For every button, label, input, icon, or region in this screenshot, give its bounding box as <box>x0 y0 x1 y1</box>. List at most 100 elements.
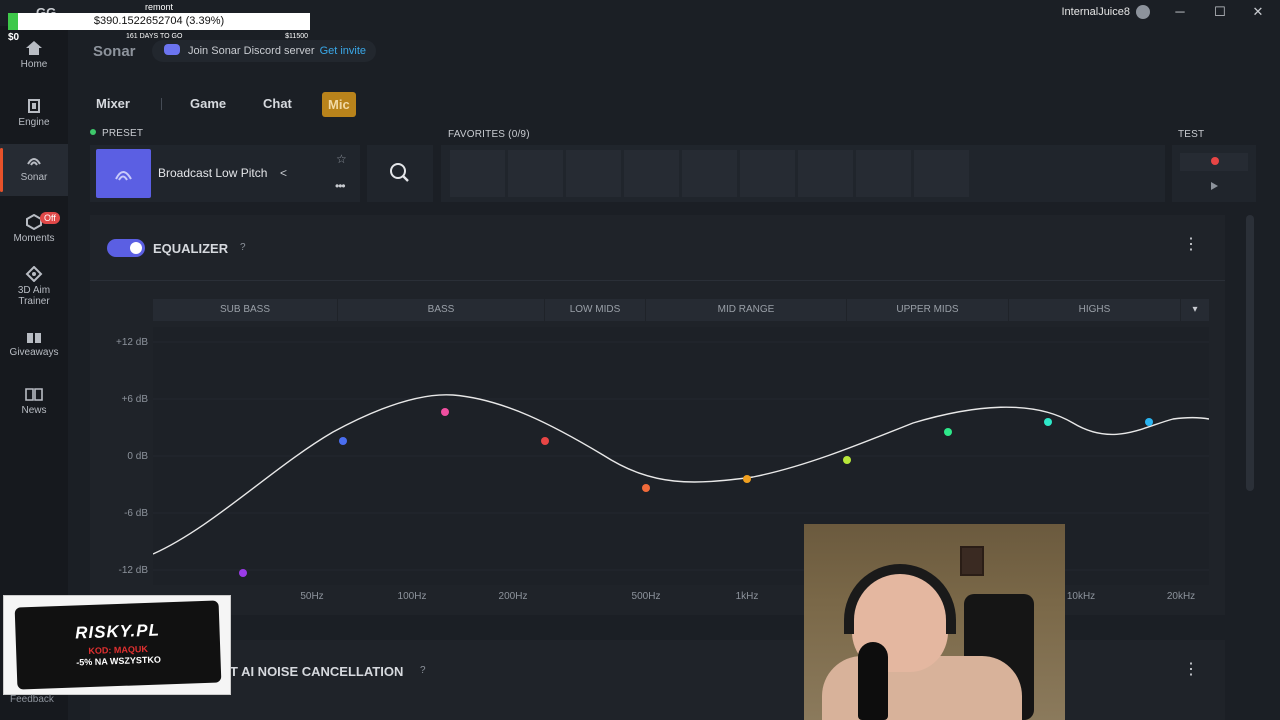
share-icon[interactable]: < <box>280 166 287 180</box>
favorite-slot[interactable] <box>914 150 969 197</box>
status-dot <box>90 129 96 135</box>
favorite-slot[interactable] <box>798 150 853 197</box>
username[interactable]: InternalJuice8 <box>1062 6 1131 18</box>
band-mid-range[interactable]: MID RANGE <box>646 299 847 321</box>
chip-icon <box>28 99 40 113</box>
goal-target: $11500 <box>285 33 308 40</box>
eq-band-handle[interactable] <box>843 456 851 464</box>
band-low-mids[interactable]: LOW MIDS <box>545 299 646 321</box>
band-highs[interactable]: HIGHS <box>1009 299 1181 321</box>
status-badge: Off <box>40 212 60 224</box>
band-dropdown-icon[interactable]: ▾ <box>1181 299 1209 321</box>
eq-band-handle[interactable] <box>1044 418 1052 426</box>
favorite-slot[interactable] <box>682 150 737 197</box>
favorite-slot[interactable] <box>450 150 505 197</box>
feedback-link[interactable]: Feedback <box>10 694 54 705</box>
wall-picture <box>960 546 984 576</box>
x-axis-label: 100Hz <box>397 591 427 602</box>
eq-band-handle[interactable] <box>743 475 751 483</box>
band-bar: SUB BASS BASS LOW MIDS MID RANGE UPPER M… <box>153 299 1209 321</box>
tab-game[interactable]: Game <box>190 96 226 111</box>
sidebar-item-sonar[interactable]: Sonar <box>0 144 68 196</box>
minimize-button[interactable]: ─ <box>1170 4 1190 20</box>
eq-band-handle[interactable] <box>642 484 650 492</box>
favorites-strip <box>441 145 1165 202</box>
donation-goal-overlay: remont $390.1522652704 (3.39%) $0 161 DA… <box>8 0 310 44</box>
page-title: Sonar <box>93 43 136 60</box>
favorite-slot[interactable] <box>856 150 911 197</box>
discord-banner[interactable]: Join Sonar Discord server Get invite <box>152 40 377 62</box>
sidebar-item-giveaways[interactable]: Giveaways <box>0 328 68 358</box>
more-options-icon[interactable]: ••• <box>335 179 346 193</box>
gift-icon <box>27 330 41 343</box>
headset <box>844 564 956 634</box>
eq-band-handle[interactable] <box>1145 418 1153 426</box>
sidebar-item-label: 3D Aim Trainer <box>17 285 51 307</box>
donor-name: remont <box>144 2 173 12</box>
preset-search-button[interactable] <box>367 145 433 202</box>
star-icon[interactable]: ☆ <box>336 152 347 166</box>
sidebar-item-aim-trainer[interactable]: 3D Aim Trainer <box>0 266 68 307</box>
x-axis-label: 200Hz <box>498 591 528 602</box>
noise-cancellation-title: T AI NOISE CANCELLATION <box>230 664 404 679</box>
noise-cancellation-menu-icon[interactable]: ⋮ <box>1183 662 1199 678</box>
favorite-slot[interactable] <box>740 150 795 197</box>
eq-band-handle[interactable] <box>239 569 247 577</box>
band-upper-mids[interactable]: UPPER MIDS <box>847 299 1009 321</box>
discord-invite-link[interactable]: Get invite <box>320 45 366 57</box>
x-axis-label: 20kHz <box>1166 591 1196 602</box>
preset-label-text: PRESET <box>102 128 144 139</box>
favorite-slot[interactable] <box>566 150 621 197</box>
tab-chat[interactable]: Chat <box>263 96 292 111</box>
eq-band-handle[interactable] <box>541 437 549 445</box>
equalizer-title: EQUALIZER <box>153 241 229 256</box>
goal-start: $0 <box>8 32 20 43</box>
help-icon[interactable]: ? <box>420 665 426 676</box>
test-controls <box>1180 153 1248 190</box>
sonar-icon <box>27 158 41 166</box>
eq-band-handle[interactable] <box>944 428 952 436</box>
sidebar-item-label: News <box>21 405 47 416</box>
y-axis-label: 0 dB <box>127 451 148 462</box>
discord-text: Join Sonar Discord server <box>188 45 315 57</box>
maximize-button[interactable]: ☐ <box>1210 4 1230 20</box>
webcam-overlay <box>804 524 1065 720</box>
goal-amount: $390.1522652704 (3.39%) <box>93 15 225 27</box>
y-axis-label: -12 dB <box>118 565 148 576</box>
eq-band-handle[interactable] <box>339 437 347 445</box>
band-sub-bass[interactable]: SUB BASS <box>153 299 338 321</box>
promo-banner: RISKY.PL KOD: MAQUK -5% NA WSZYSTKO <box>14 600 222 690</box>
eq-band-handle[interactable] <box>441 408 449 416</box>
scrollbar[interactable] <box>1246 215 1254 491</box>
y-axis-label: -6 dB <box>124 508 148 519</box>
sidebar-item-news[interactable]: News <box>0 386 68 416</box>
preset-icon <box>96 149 151 198</box>
discord-icon <box>164 44 180 55</box>
tab-divider <box>161 98 162 110</box>
preset-selector[interactable]: Broadcast Low Pitch < ☆ ••• <box>90 145 360 202</box>
favorites-label: FAVORITES (0/9) <box>448 129 530 140</box>
preset-label: PRESET <box>90 128 143 139</box>
favorite-slot[interactable] <box>508 150 563 197</box>
tab-mic[interactable]: Mic <box>322 92 356 117</box>
help-icon[interactable]: ? <box>240 242 246 253</box>
sidebar-item-home[interactable]: Home <box>0 40 68 70</box>
promo-overlay: RISKY.PL KOD: MAQUK -5% NA WSZYSTKO <box>3 595 231 695</box>
search-icon <box>390 163 409 182</box>
sidebar-item-moments[interactable]: Off Moments <box>0 212 68 244</box>
x-axis-label: 10kHz <box>1066 591 1096 602</box>
equalizer-menu-icon[interactable]: ⋮ <box>1183 237 1199 253</box>
band-bass[interactable]: BASS <box>338 299 545 321</box>
settings-gear-icon[interactable] <box>1136 5 1150 19</box>
sidebar-item-label: Sonar <box>20 172 48 183</box>
close-button[interactable]: ✕ <box>1248 4 1268 20</box>
equalizer-toggle[interactable] <box>107 239 145 257</box>
equalizer-header: EQUALIZER ? ⋮ <box>90 215 1225 281</box>
play-icon[interactable] <box>1211 182 1218 190</box>
sidebar-item-engine[interactable]: Engine <box>0 98 68 128</box>
sonar-icon <box>115 171 132 181</box>
aim-icon <box>25 266 43 282</box>
tab-mixer[interactable]: Mixer <box>96 96 130 111</box>
favorite-slot[interactable] <box>624 150 679 197</box>
record-icon[interactable] <box>1211 157 1219 165</box>
